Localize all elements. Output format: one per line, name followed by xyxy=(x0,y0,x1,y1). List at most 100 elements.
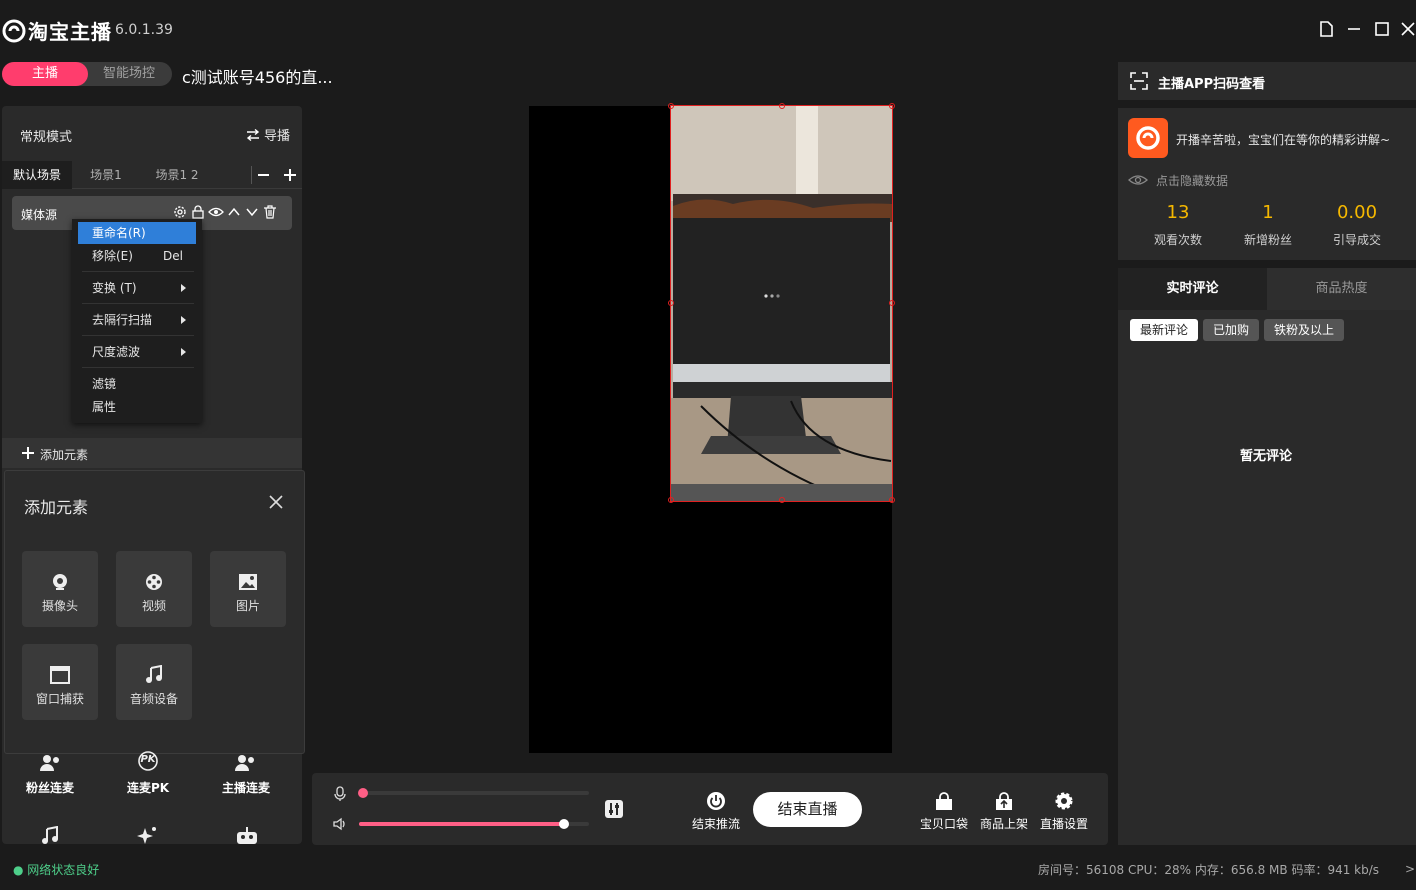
resize-handle[interactable] xyxy=(889,300,895,306)
menu-item-transform[interactable]: 变换 (T) xyxy=(78,277,196,299)
upload-icon[interactable] xyxy=(994,792,1014,812)
tab-realtime-comments[interactable]: 实时评论 xyxy=(1118,268,1267,310)
mic-level-slider[interactable] xyxy=(359,791,589,795)
feature-anchor-mic-label[interactable]: 主播连麦 xyxy=(206,779,286,796)
end-live-button[interactable]: 结束直播 xyxy=(753,792,862,827)
submenu-arrow-icon xyxy=(181,316,186,324)
robot-icon[interactable] xyxy=(235,826,259,844)
resize-handle[interactable] xyxy=(889,497,895,503)
mode-anchor-tab[interactable]: 主播 xyxy=(2,62,88,86)
tab-product-heat[interactable]: 商品热度 xyxy=(1267,268,1416,310)
microphone-icon[interactable] xyxy=(333,786,347,802)
eye-icon[interactable] xyxy=(208,204,224,220)
anchor-mic-icon[interactable] xyxy=(233,754,257,772)
taobao-live-app-icon xyxy=(1128,118,1168,158)
volume-fill xyxy=(359,822,564,826)
resize-handle[interactable] xyxy=(668,497,674,503)
network-status: ● 网络状态良好 xyxy=(13,863,100,877)
filter-chip-added-cart[interactable]: 已加购 xyxy=(1203,319,1259,341)
remove-scene-icon[interactable] xyxy=(256,164,270,184)
music-note-icon[interactable] xyxy=(40,826,60,844)
add-scene-icon[interactable] xyxy=(283,162,297,184)
bag-icon[interactable] xyxy=(934,792,954,812)
end-stream-button[interactable]: 结束推流 xyxy=(684,815,748,832)
menu-item-properties[interactable]: 属性 xyxy=(78,396,196,418)
stat-views-value: 13 xyxy=(1166,202,1190,223)
stream-title: c测试账号456的直... xyxy=(182,68,333,87)
guide-label: 导播 xyxy=(264,129,291,144)
app-version: 6.0.1.39 xyxy=(115,22,173,38)
filter-chip-iron-fans[interactable]: 铁粉及以上 xyxy=(1264,319,1344,341)
chevron-up-icon[interactable] xyxy=(226,204,242,220)
mode-label: 常规模式 xyxy=(20,130,73,145)
greeting-text: 开播辛苦啦，宝宝们在等你的精彩讲解~ xyxy=(1176,133,1391,147)
minimize-icon[interactable] xyxy=(1343,18,1365,40)
speaker-icon[interactable] xyxy=(332,816,348,832)
taobao-live-logo-icon xyxy=(2,19,26,43)
guide-button[interactable]: 导播 xyxy=(246,125,290,144)
mixer-icon[interactable] xyxy=(604,799,624,819)
live-settings-button[interactable]: 直播设置 xyxy=(1032,815,1096,832)
system-stats: 房间号：56108 CPU：28% 内存：656.8 MB 码率：941 kb/… xyxy=(1038,863,1380,877)
popup-title: 添加元素 xyxy=(24,498,89,517)
tile-label: 音频设备 xyxy=(129,692,178,706)
filter-chip-latest[interactable]: 最新评论 xyxy=(1130,319,1198,341)
eye-icon[interactable] xyxy=(1128,173,1148,187)
maximize-icon[interactable] xyxy=(1371,18,1393,40)
menu-divider xyxy=(82,335,194,336)
feature-pk-label[interactable]: 连麦PK xyxy=(108,779,188,796)
product-bag-button[interactable]: 宝贝口袋 xyxy=(912,815,976,832)
gear-icon[interactable] xyxy=(1054,791,1074,811)
tile-label: 窗口捕获 xyxy=(35,692,84,706)
close-icon[interactable] xyxy=(1399,18,1416,40)
close-icon[interactable] xyxy=(268,494,284,510)
tab-scene-1-2[interactable]: 场景1 2 xyxy=(140,161,214,189)
mode-smart-control-tab[interactable]: 智能场控 xyxy=(88,62,170,86)
fans-mic-icon[interactable] xyxy=(38,754,62,772)
resize-handle[interactable] xyxy=(668,300,674,306)
stat-deals-value: 0.00 xyxy=(1336,202,1378,223)
resize-handle[interactable] xyxy=(779,103,785,109)
page-icon[interactable] xyxy=(1315,18,1337,40)
scan-qr-label: 主播APP扫码查看 xyxy=(1158,77,1266,92)
menu-divider xyxy=(82,271,194,272)
chevron-down-icon[interactable] xyxy=(244,204,260,220)
menu-item-scale-filter[interactable]: 尺度滤波 xyxy=(78,341,196,363)
empty-comments-text: 暂无评论 xyxy=(1240,449,1293,464)
feature-fans-mic-label[interactable]: 粉丝连麦 xyxy=(10,779,90,796)
camera-source-frame[interactable] xyxy=(670,105,893,502)
stat-new-fans-label: 新增粉丝 xyxy=(1243,233,1292,247)
menu-item-filters[interactable]: 滤镜 xyxy=(78,373,196,395)
mic-level-knob[interactable] xyxy=(358,788,368,798)
window-icon xyxy=(50,665,70,685)
tab-default-scene[interactable]: 默认场景 xyxy=(2,161,72,189)
power-icon[interactable] xyxy=(706,791,726,811)
lock-icon[interactable] xyxy=(190,204,206,220)
title-bar xyxy=(0,0,1416,60)
sparkle-icon[interactable] xyxy=(137,826,159,844)
resize-handle[interactable] xyxy=(668,103,674,109)
music-note-icon xyxy=(144,665,164,685)
menu-divider xyxy=(82,367,194,368)
tile-label: 视频 xyxy=(141,599,166,613)
volume-knob[interactable] xyxy=(559,819,569,829)
product-shelf-button[interactable]: 商品上架 xyxy=(972,815,1036,832)
tab-scene-1[interactable]: 场景1 xyxy=(78,161,134,189)
resize-handle[interactable] xyxy=(779,497,785,503)
divider xyxy=(251,166,252,184)
menu-divider xyxy=(82,303,194,304)
menu-shortcut-del: Del xyxy=(163,249,183,263)
comments-panel xyxy=(1118,268,1416,845)
stat-new-fans-value: 1 xyxy=(1262,202,1274,223)
resize-handle[interactable] xyxy=(889,103,895,109)
submenu-arrow-icon xyxy=(181,284,186,292)
stat-deals-label: 引导成交 xyxy=(1332,233,1381,247)
submenu-arrow-icon xyxy=(181,348,186,356)
camera-icon xyxy=(50,572,70,592)
menu-item-rename[interactable]: 重命名(R) xyxy=(78,222,196,244)
trash-icon[interactable] xyxy=(262,204,278,220)
menu-item-deinterlace[interactable]: 去隔行扫描 xyxy=(78,309,196,331)
gear-icon[interactable] xyxy=(172,204,188,220)
expand-arrow[interactable]: > xyxy=(1405,862,1415,876)
hide-data-toggle[interactable]: 点击隐藏数据 xyxy=(1156,172,1228,189)
